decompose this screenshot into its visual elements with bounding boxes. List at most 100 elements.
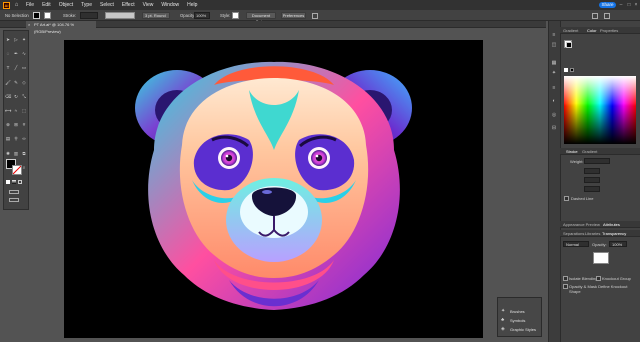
- fill-swatch[interactable]: [33, 12, 40, 19]
- dashed-line-checkbox[interactable]: [564, 196, 569, 201]
- pencil-tool-icon[interactable]: ✎: [13, 80, 19, 85]
- stroke-weight-field[interactable]: [80, 12, 98, 19]
- rotate-tool-icon[interactable]: ↻: [13, 94, 19, 99]
- black-swatch[interactable]: [570, 68, 574, 72]
- tab-libraries[interactable]: Libraries: [585, 230, 600, 237]
- close-tab-icon[interactable]: ×: [28, 21, 30, 28]
- maximize-icon[interactable]: □: [626, 2, 632, 8]
- gradient-tool-icon[interactable]: ▤: [5, 136, 11, 141]
- align-stroke-field[interactable]: [584, 186, 600, 192]
- graphic-styles-icon[interactable]: ◈: [501, 327, 506, 332]
- stroke-color-box[interactable]: [12, 165, 22, 175]
- rectangle-tool-icon[interactable]: ▭: [21, 65, 27, 70]
- scale-tool-icon[interactable]: ⤡: [21, 94, 27, 99]
- tab-color[interactable]: Color: [587, 27, 597, 34]
- tab-properties[interactable]: Properties: [600, 27, 618, 34]
- tab-attributes[interactable]: Attributes: [603, 221, 620, 228]
- align-icon[interactable]: [312, 13, 318, 19]
- mesh-tool-icon[interactable]: #: [21, 122, 27, 127]
- menu-type[interactable]: Type: [81, 2, 92, 8]
- selection-tool-icon[interactable]: ➤: [5, 37, 11, 42]
- tab-gradient-2[interactable]: Gradient: [582, 148, 597, 155]
- tab-separations[interactable]: Separations: [563, 230, 584, 237]
- weight-field[interactable]: [584, 158, 610, 164]
- menu-help[interactable]: Help: [187, 2, 197, 8]
- corner-field[interactable]: [584, 177, 600, 183]
- transparency-dock-icon[interactable]: ◐: [550, 98, 558, 105]
- blend-tool-icon[interactable]: ∞: [21, 136, 27, 141]
- brushes-icon[interactable]: ✦: [501, 309, 506, 314]
- pen-tool-icon[interactable]: ✒: [13, 51, 19, 56]
- blend-mode-dropdown[interactable]: Normal: [563, 241, 589, 247]
- isolate-blending-checkbox[interactable]: [563, 276, 568, 281]
- free-transform-tool-icon[interactable]: ⬚: [21, 108, 27, 113]
- minimize-icon[interactable]: –: [618, 2, 624, 8]
- symbol-sprayer-tool-icon[interactable]: ✺: [5, 151, 11, 156]
- opacity-mask-knockout-checkbox[interactable]: [563, 284, 568, 289]
- tab-transparency[interactable]: Transparency: [602, 230, 626, 237]
- menu-object[interactable]: Object: [59, 2, 73, 8]
- transparency-opacity-field[interactable]: 100%: [609, 241, 627, 247]
- workspace-switcher-icon[interactable]: [604, 13, 610, 19]
- paintbrush-tool-icon[interactable]: 🖌: [5, 80, 11, 85]
- flyout-graphic-styles[interactable]: Graphic Styles: [510, 327, 536, 332]
- stroke-swatch[interactable]: [44, 12, 51, 19]
- flyout-symbols[interactable]: Symbols: [510, 318, 525, 323]
- swatches-dock-icon[interactable]: ▦: [550, 60, 558, 67]
- menu-view[interactable]: View: [143, 2, 154, 8]
- white-swatch[interactable]: [564, 68, 568, 72]
- width-tool-icon[interactable]: ⟷: [5, 108, 11, 113]
- close-window-icon[interactable]: ×: [633, 2, 639, 8]
- stroke-dock-icon[interactable]: ≡: [550, 85, 558, 92]
- knockout-group-checkbox[interactable]: [596, 276, 601, 281]
- document-tab[interactable]: × PT Art.ai* @ 104.76 % (RGB/Preview): [26, 21, 96, 34]
- brush-definition-dropdown[interactable]: 3 pt. Round: [142, 12, 170, 19]
- shaper-tool-icon[interactable]: ◇: [21, 80, 27, 85]
- document-setup-button[interactable]: Document Setup: [246, 12, 276, 24]
- menu-file[interactable]: File: [26, 2, 34, 8]
- eraser-tool-icon[interactable]: ⌫: [5, 94, 11, 99]
- cap-field[interactable]: [584, 168, 600, 174]
- direct-selection-tool-icon[interactable]: ▷: [13, 37, 19, 42]
- artboard-tool-icon[interactable]: ⧉: [21, 151, 27, 156]
- preferences-button[interactable]: Preferences: [281, 12, 306, 19]
- style-swatch[interactable]: [232, 12, 239, 19]
- shape-builder-tool-icon[interactable]: ⊕: [5, 122, 11, 127]
- menu-select[interactable]: Select: [100, 2, 114, 8]
- align-dock-icon[interactable]: ⊟: [550, 125, 558, 132]
- menu-effect[interactable]: Effect: [122, 2, 135, 8]
- draw-mode-icon[interactable]: [9, 190, 19, 194]
- gradient-mode-icon[interactable]: [12, 180, 16, 184]
- brushes-dock-icon[interactable]: ✦: [550, 70, 558, 77]
- flyout-brushes[interactable]: Brushes: [510, 309, 525, 314]
- color-panel-fill[interactable]: [566, 42, 572, 48]
- opacity-field[interactable]: 100%: [194, 12, 210, 19]
- appearance-dock-icon[interactable]: ◎: [550, 112, 558, 119]
- perspective-grid-tool-icon[interactable]: ⊞: [13, 122, 19, 127]
- line-tool-icon[interactable]: ╱: [13, 65, 19, 70]
- type-tool-icon[interactable]: T: [5, 65, 11, 70]
- magic-wand-tool-icon[interactable]: ✦: [21, 37, 27, 42]
- properties-dock-icon[interactable]: ≡: [550, 32, 558, 39]
- variable-width-profile[interactable]: [105, 12, 135, 19]
- menu-edit[interactable]: Edit: [42, 2, 51, 8]
- opacity-mask-thumbnail[interactable]: [593, 252, 609, 264]
- warp-tool-icon[interactable]: ≈: [13, 108, 19, 113]
- column-graph-tool-icon[interactable]: ▥: [13, 151, 19, 156]
- artboard[interactable]: [64, 40, 483, 338]
- layers-dock-icon[interactable]: ◫: [550, 42, 558, 49]
- none-mode-icon[interactable]: [18, 180, 22, 184]
- home-icon[interactable]: ⌂: [13, 2, 20, 9]
- screen-mode-icon[interactable]: [9, 198, 19, 202]
- menu-window[interactable]: Window: [161, 2, 179, 8]
- search-icon[interactable]: ⌕: [603, 2, 609, 8]
- tab-gradient[interactable]: Gradient: [563, 27, 578, 34]
- eyedropper-tool-icon[interactable]: ⚲: [13, 136, 19, 141]
- symbols-icon[interactable]: ♣: [501, 318, 506, 323]
- color-mode-icon[interactable]: [6, 180, 10, 184]
- curvature-tool-icon[interactable]: ∿: [21, 51, 27, 56]
- arrange-documents-icon[interactable]: [592, 13, 598, 19]
- tab-stroke[interactable]: Stroke: [566, 148, 578, 155]
- lasso-tool-icon[interactable]: ◌: [5, 51, 11, 56]
- tab-appearance-preview[interactable]: Appearance Preview: [563, 221, 600, 228]
